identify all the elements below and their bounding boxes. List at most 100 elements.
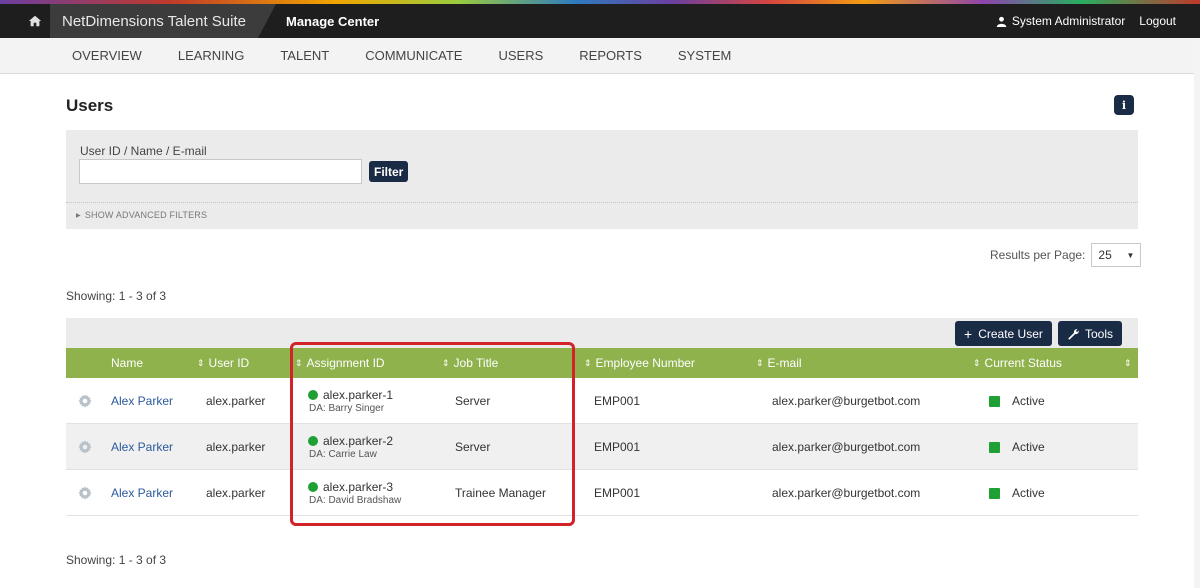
filter-label: User ID / Name / E-mail [80,144,207,158]
job-title-cell: Trainee Manager [455,486,546,500]
sort-icon: ⇕ [197,357,205,368]
filter-panel: User ID / Name / E-mail Filter ▶ SHOW AD… [66,130,1138,229]
nav-talent[interactable]: TALENT [280,48,329,63]
sort-icon: ⇕ [584,357,592,368]
column-header-user-id[interactable]: ⇕ User ID [197,348,249,378]
gear-icon[interactable] [78,394,92,408]
assignment-id: alex.parker-1 [323,388,394,402]
employee-number-cell: EMP001 [594,440,641,454]
caret-right-icon: ▶ [76,212,81,219]
product-name[interactable]: NetDimensions Talent Suite [50,4,276,38]
showing-count-bottom: Showing: 1 - 3 of 3 [66,553,167,567]
main-nav: OVERVIEW LEARNING TALENT COMMUNICATE USE… [0,38,1200,74]
nav-users[interactable]: USERS [498,48,543,63]
chevron-down-icon: ▼ [1126,250,1135,260]
column-label: User ID [208,356,250,370]
column-label: Job Title [453,356,499,370]
employee-number-cell: EMP001 [594,394,641,408]
status-dot [308,436,318,446]
user-name-link[interactable]: Alex Parker [111,486,173,500]
status-text: Active [1012,440,1045,454]
sort-icon: ⇕ [756,357,764,368]
status-cell: Active [989,378,1045,424]
column-sort-extra[interactable]: ⇕ [1124,348,1132,378]
status-text: Active [1012,394,1045,408]
sort-icon: ⇕ [442,357,450,368]
column-header-status[interactable]: ⇕ Current Status [973,348,1062,378]
email-cell: alex.parker@burgetbot.com [772,394,921,408]
advanced-filters-label: SHOW ADVANCED FILTERS [84,210,208,220]
results-per-page-value: 25 [1098,248,1112,262]
status-square [989,441,1000,453]
nav-reports[interactable]: REPORTS [579,48,642,63]
tools-button[interactable]: Tools [1058,321,1123,346]
job-title-cell: Server [455,440,491,454]
table-row: Alex Parker alex.parker alex.parker-1 DA… [66,378,1138,424]
user-area: System Administrator Logout [996,4,1176,38]
direct-appraiser: DA: David Bradshaw [309,495,402,506]
nav-communicate[interactable]: COMMUNICATE [365,48,462,63]
scrollbar[interactable] [1194,38,1200,588]
column-header-email[interactable]: ⇕ E-mail [756,348,802,378]
filter-button[interactable]: Filter [369,161,409,182]
search-input[interactable] [79,159,362,184]
assignment-cell: alex.parker-2 DA: Carrie Law [308,424,393,470]
email-cell: alex.parker@burgetbot.com [772,440,921,454]
status-square [989,487,1000,499]
user-name-link[interactable]: Alex Parker [111,394,173,408]
tools-label: Tools [1085,326,1114,341]
assignment-id: alex.parker-3 [323,480,394,494]
status-cell: Active [989,470,1045,516]
employee-number-cell: EMP001 [594,486,641,500]
column-label: Assignment ID [306,356,385,370]
sort-icon: ⇕ [295,357,303,368]
user-menu[interactable]: System Administrator [996,14,1125,28]
column-label: Name [111,356,144,370]
nav-learning[interactable]: LEARNING [178,48,244,63]
status-dot [308,390,318,400]
info-icon[interactable]: i [1114,95,1134,115]
job-title-cell: Server [455,394,491,408]
status-dot [308,482,318,492]
show-advanced-filters-link[interactable]: ▶ SHOW ADVANCED FILTERS [76,210,207,220]
column-header-employee-number[interactable]: ⇕ Employee Number [584,348,695,378]
results-per-page-select[interactable]: 25 ▼ [1091,243,1142,267]
table-header: Name ⇕ User ID ⇕ Assignment ID ⇕ Job Tit… [66,348,1138,378]
status-square [989,395,1000,407]
column-label: Current Status [984,356,1062,370]
column-label: E-mail [767,356,802,370]
column-header-job-title[interactable]: ⇕ Job Title [442,348,498,378]
table-row: Alex Parker alex.parker alex.parker-2 DA… [66,424,1138,470]
status-cell: Active [989,424,1045,470]
assignment-cell: alex.parker-1 DA: Barry Singer [308,378,393,424]
user-id-cell: alex.parker [206,394,266,408]
sort-icon: ⇕ [1124,357,1132,368]
direct-appraiser: DA: Barry Singer [309,403,385,414]
user-name: System Administrator [1011,14,1126,28]
home-icon[interactable] [28,14,42,28]
table-toolbar: + Create User Tools [66,318,1138,348]
nav-system[interactable]: SYSTEM [678,48,731,63]
nav-overview[interactable]: OVERVIEW [72,48,142,63]
gear-icon[interactable] [78,440,92,454]
table-row: Alex Parker alex.parker alex.parker-3 DA… [66,470,1138,516]
gear-icon[interactable] [78,486,92,500]
status-text: Active [1012,486,1045,500]
sort-icon: ⇕ [973,357,981,368]
user-id-cell: alex.parker [206,440,266,454]
assignment-id: alex.parker-2 [323,434,394,448]
divider [66,202,1138,203]
create-user-button[interactable]: + Create User [955,321,1052,346]
plus-icon: + [964,325,973,342]
column-label: Employee Number [595,356,695,370]
user-id-cell: alex.parker [206,486,266,500]
column-header-assignment-id[interactable]: ⇕ Assignment ID [295,348,385,378]
assignment-cell: alex.parker-3 DA: David Bradshaw [308,470,401,516]
create-user-label: Create User [978,326,1043,341]
user-name-link[interactable]: Alex Parker [111,440,173,454]
top-bar: NetDimensions Talent Suite Manage Center… [0,4,1200,38]
logout-link[interactable]: Logout [1139,14,1176,28]
column-header-name[interactable]: Name [111,348,143,378]
direct-appraiser: DA: Carrie Law [309,449,377,460]
results-per-page-label: Results per Page: [990,248,1086,262]
